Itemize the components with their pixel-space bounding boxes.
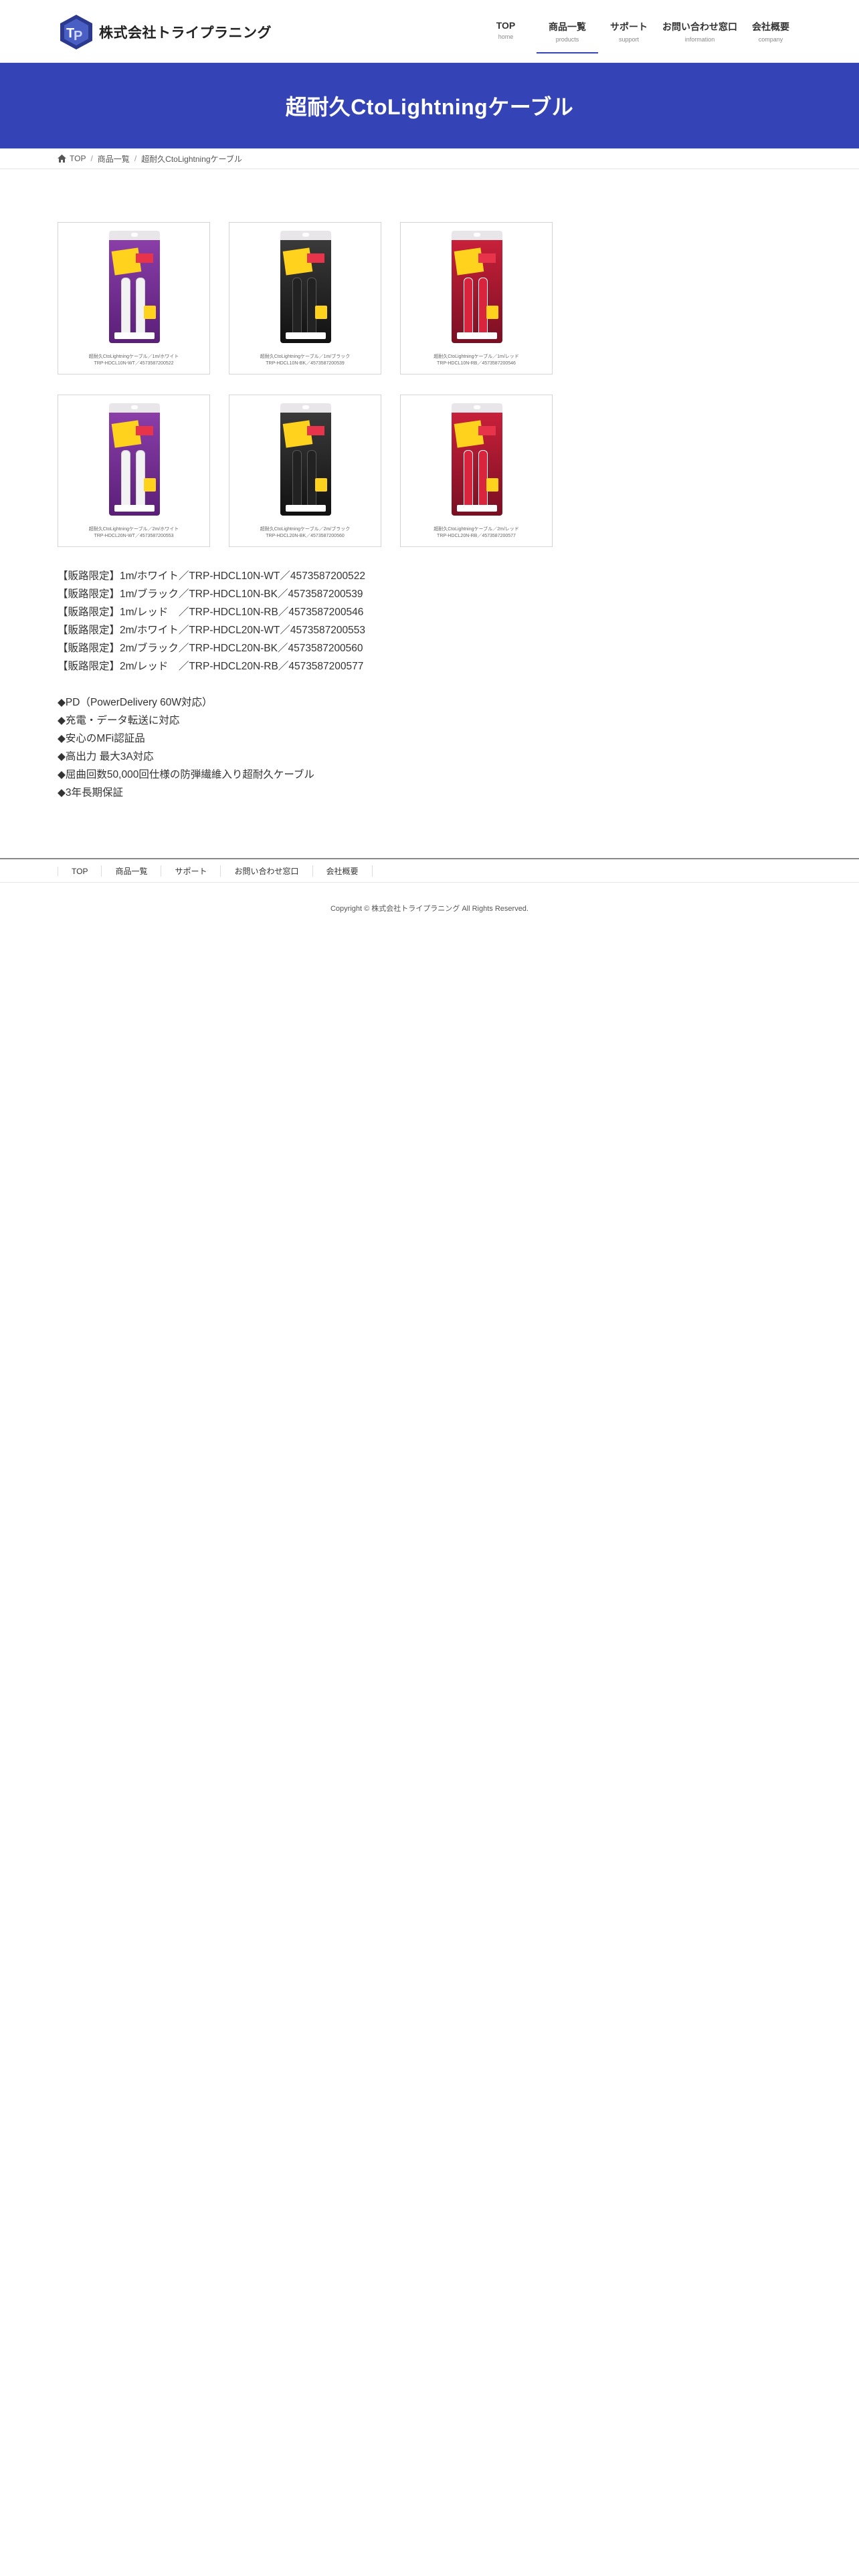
- nav-item-company[interactable]: 会社概要 company: [740, 0, 801, 62]
- breadcrumb-separator: /: [134, 154, 137, 163]
- nav-item-support[interactable]: サポート support: [598, 0, 660, 62]
- product-caption: 超耐久CtoLightningケーブル／2m/ブラック TRP-HDCL20N-B…: [233, 526, 377, 540]
- breadcrumb-products[interactable]: 商品一覧: [98, 153, 130, 165]
- nav-item-sub: products: [555, 36, 579, 43]
- footer-link-company[interactable]: 会社概要: [312, 865, 373, 877]
- product-caption: 超耐久CtoLightningケーブル／2m/ホワイト TRP-HDCL20N-W…: [62, 526, 205, 540]
- logo-text: 株式会社トライプラニング: [99, 25, 272, 41]
- breadcrumb-separator: /: [90, 154, 93, 163]
- home-icon: [58, 154, 66, 163]
- caption-name: 超耐久CtoLightningケーブル／2m/ブラック: [260, 527, 351, 532]
- global-nav: TOP home 商品一覧 products サポート support お問い合…: [475, 0, 801, 62]
- product-card[interactable]: 超耐久CtoLightningケーブル／2m/レッド TRP-HDCL20N-RB…: [400, 395, 553, 547]
- variant-line: 【販路限定】1m/ホワイト／TRP-HDCL10N-WT／45735872005…: [58, 570, 365, 582]
- variant-line: 【販路限定】1m/レッド ／TRP-HDCL10N-RB／45735872005…: [58, 607, 364, 618]
- caption-name: 超耐久CtoLightningケーブル／1m/レッド: [434, 354, 519, 359]
- nav-item-information[interactable]: お問い合わせ窓口 information: [660, 0, 740, 62]
- page-header: 超耐久CtoLightningケーブル: [0, 63, 859, 148]
- product-card[interactable]: 超耐久CtoLightningケーブル／1m/ブラック TRP-HDCL10N-B…: [229, 222, 381, 374]
- caption-name: 超耐久CtoLightningケーブル／2m/ホワイト: [88, 527, 179, 532]
- product-package-image: [452, 231, 502, 343]
- product-caption: 超耐久CtoLightningケーブル／1m/ホワイト TRP-HDCL10N-W…: [62, 354, 205, 367]
- caption-code: TRP-HDCL20N-BK／4573587200560: [266, 534, 345, 538]
- product-card[interactable]: 超耐久CtoLightningケーブル／1m/レッド TRP-HDCL10N-RB…: [400, 222, 553, 374]
- nav-item-top[interactable]: TOP home: [475, 0, 537, 62]
- caption-name: 超耐久CtoLightningケーブル／2m/レッド: [434, 527, 519, 532]
- page-title: 超耐久CtoLightningケーブル: [285, 95, 574, 119]
- caption-name: 超耐久CtoLightningケーブル／1m/ブラック: [260, 354, 351, 359]
- caption-code: TRP-HDCL10N-WT／4573587200522: [94, 361, 174, 366]
- caption-code: TRP-HDCL10N-RB／4573587200546: [437, 361, 516, 366]
- variant-line: 【販路限定】1m/ブラック／TRP-HDCL10N-BK／45735872005…: [58, 588, 363, 600]
- product-caption: 超耐久CtoLightningケーブル／1m/ブラック TRP-HDCL10N-B…: [233, 354, 377, 367]
- product-card[interactable]: 超耐久CtoLightningケーブル／2m/ホワイト TRP-HDCL20N-W…: [58, 395, 210, 547]
- feature-line: ◆PD（PowerDelivery 60W対応）: [58, 697, 213, 708]
- product-description: 【販路限定】1m/ホワイト／TRP-HDCL10N-WT／45735872005…: [58, 567, 593, 802]
- nav-item-sub: home: [498, 33, 514, 40]
- product-package-image: [109, 231, 160, 343]
- caption-code: TRP-HDCL20N-WT／4573587200553: [94, 534, 174, 538]
- caption-code: TRP-HDCL10N-BK／4573587200539: [266, 361, 345, 366]
- variant-line: 【販路限定】2m/レッド ／TRP-HDCL20N-RB／45735872005…: [58, 661, 364, 672]
- feature-line: ◆充電・データ転送に対応: [58, 715, 180, 726]
- copyright: Copyright © 株式会社トライプラニング All Rights Rese…: [330, 905, 529, 913]
- site-header: T P 株式会社トライプラニング TOP home 商品一覧 products …: [0, 0, 859, 63]
- product-package-image: [280, 231, 331, 343]
- product-package-image: [452, 403, 502, 516]
- product-caption: 超耐久CtoLightningケーブル／2m/レッド TRP-HDCL20N-RB…: [405, 526, 548, 540]
- site-logo[interactable]: T P 株式会社トライプラニング: [58, 13, 272, 51]
- logo-mark-icon: T P: [60, 15, 92, 49]
- feature-line: ◆3年長期保証: [58, 787, 124, 798]
- breadcrumb-current: 超耐久CtoLightningケーブル: [141, 154, 242, 164]
- feature-line: ◆屈曲回数50,000回仕様の防弾繊維入り超耐久ケーブル: [58, 769, 314, 780]
- product-gallery: 超耐久CtoLightningケーブル／1m/ホワイト TRP-HDCL10N-W…: [58, 222, 562, 547]
- nav-item-products[interactable]: 商品一覧 products: [537, 0, 598, 62]
- nav-item-label: TOP: [496, 20, 516, 31]
- footer-link-support[interactable]: サポート: [161, 865, 220, 877]
- nav-item-label: 商品一覧: [549, 21, 586, 32]
- nav-item-sub: information: [684, 36, 715, 43]
- footer-nav: TOP 商品一覧 サポート お問い合わせ窓口 会社概要: [0, 858, 859, 883]
- product-caption: 超耐久CtoLightningケーブル／1m/レッド TRP-HDCL10N-RB…: [405, 354, 548, 367]
- product-card[interactable]: 超耐久CtoLightningケーブル／1m/ホワイト TRP-HDCL10N-W…: [58, 222, 210, 374]
- nav-item-label: サポート: [610, 21, 648, 32]
- variant-line: 【販路限定】2m/ホワイト／TRP-HDCL20N-WT／45735872005…: [58, 625, 365, 636]
- breadcrumb-top[interactable]: TOP: [70, 154, 86, 163]
- footer-link-products[interactable]: 商品一覧: [101, 865, 161, 877]
- caption-code: TRP-HDCL20N-RB／4573587200577: [437, 534, 516, 538]
- product-package-image: [280, 403, 331, 516]
- nav-item-label: 会社概要: [752, 21, 789, 32]
- variant-line: 【販路限定】2m/ブラック／TRP-HDCL20N-BK／45735872005…: [58, 643, 363, 654]
- caption-name: 超耐久CtoLightningケーブル／1m/ホワイト: [88, 354, 179, 359]
- nav-item-label: お問い合わせ窓口: [662, 21, 737, 32]
- nav-item-sub: company: [758, 36, 783, 43]
- breadcrumb: TOP / 商品一覧 / 超耐久CtoLightningケーブル: [0, 148, 859, 169]
- feature-line: ◆高出力 最大3A対応: [58, 751, 154, 762]
- footer-link-top[interactable]: TOP: [58, 866, 101, 876]
- product-package-image: [109, 403, 160, 516]
- product-card[interactable]: 超耐久CtoLightningケーブル／2m/ブラック TRP-HDCL20N-B…: [229, 395, 381, 547]
- svg-text:P: P: [74, 29, 82, 43]
- feature-line: ◆安心のMFi認証品: [58, 733, 145, 744]
- nav-item-sub: support: [618, 36, 640, 43]
- footer-link-information[interactable]: お問い合わせ窓口: [220, 865, 312, 877]
